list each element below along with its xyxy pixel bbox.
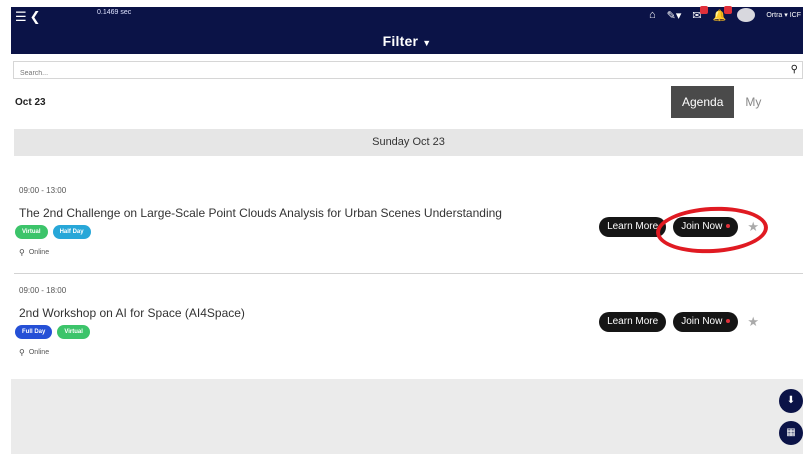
mail-badge (699, 5, 708, 14)
learn-more-button[interactable]: Learn More (599, 312, 667, 332)
session-time: 09:00 - 13:00 (19, 186, 67, 195)
back-icon[interactable]: ❮ (30, 9, 41, 25)
live-dot-icon (726, 319, 731, 324)
agenda-tabs: Agenda My Agenda (671, 86, 803, 141)
caret-down-icon: ▾ (784, 12, 788, 19)
location-label: Online (28, 349, 50, 356)
session-tags: Virtual Half Day (15, 225, 91, 239)
top-left-controls: ☰ ❮ (15, 9, 41, 25)
tag-virtual: Virtual (15, 225, 48, 239)
tab-agenda[interactable]: Agenda (671, 86, 735, 118)
day-header: Sunday Oct 23 (14, 129, 803, 156)
tag-virtual: Virtual (57, 325, 90, 339)
tag-full-day: Full Day (15, 325, 53, 339)
load-time: 0.1469 sec (97, 9, 132, 16)
map-pin-icon: ⚲ (19, 348, 25, 357)
join-now-label: Join Now (681, 316, 723, 327)
footer-area (11, 379, 803, 454)
mail-icon[interactable]: ✉ (692, 5, 708, 22)
tab-my-agenda[interactable]: My Agenda (734, 86, 803, 141)
edit-icon[interactable]: ✎▾ (667, 9, 682, 22)
tag-half-day: Half Day (52, 225, 91, 239)
star-icon[interactable]: ★ (747, 314, 759, 330)
session-tags: Full Day Virtual (15, 325, 90, 339)
filter-label: Filter (382, 33, 419, 49)
calendar-icon[interactable]: ▦ (779, 421, 803, 445)
map-pin-icon: ⚲ (19, 248, 25, 257)
top-navigation-bar: ☰ ❮ 0.1469 sec Filter ▼ ⌂ ✎▾ ✉ 🔔 Ortra ▾… (11, 5, 803, 54)
join-now-button[interactable]: Join Now (673, 312, 739, 332)
session-item: 09:00 - 18:00 2nd Workshop on AI for Spa… (14, 276, 803, 372)
avatar[interactable] (737, 8, 756, 22)
filter-dropdown[interactable]: Filter ▼ (11, 33, 803, 49)
home-icon[interactable]: ⌂ (649, 9, 656, 21)
download-icon[interactable]: ⬇ (779, 389, 803, 413)
notification-badge (724, 5, 733, 14)
session-location: ⚲ Online (19, 248, 49, 257)
menu-icon[interactable]: ☰ (15, 9, 27, 25)
caret-down-icon: ▼ (422, 38, 432, 48)
session-time: 09:00 - 18:00 (19, 286, 67, 295)
session-actions: Learn More Join Now ★ (599, 312, 759, 332)
search-input[interactable] (14, 65, 802, 82)
user-menu[interactable]: Ortra ▾ ICF (766, 11, 801, 19)
user-name: Ortra (766, 12, 783, 19)
session-title[interactable]: 2nd Workshop on AI for Space (AI4Space) (19, 306, 245, 320)
top-right-controls: ⌂ ✎▾ ✉ 🔔 Ortra ▾ ICF (649, 5, 801, 22)
session-location: ⚲ Online (19, 348, 49, 357)
session-title[interactable]: The 2nd Challenge on Large-Scale Point C… (19, 206, 502, 220)
location-label: Online (28, 249, 50, 256)
search-icon[interactable]: ⚲ (791, 64, 798, 75)
bell-icon[interactable]: 🔔 (713, 5, 733, 22)
date-label: Oct 23 (15, 97, 46, 108)
search-bar: ⚲ (13, 61, 803, 82)
org-name: ICF (789, 12, 801, 19)
